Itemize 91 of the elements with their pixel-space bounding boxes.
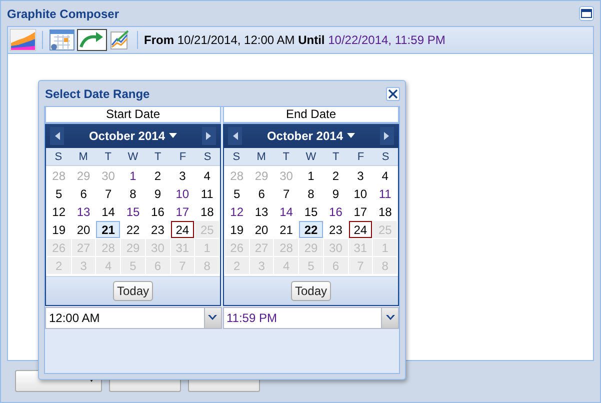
weekday-label: S bbox=[232, 150, 242, 162]
chevron-down-icon bbox=[386, 315, 394, 321]
curved-arrow-icon[interactable] bbox=[77, 29, 107, 51]
calendar-day[interactable]: 22 bbox=[121, 221, 145, 238]
calendar-day[interactable]: 6 bbox=[250, 185, 274, 202]
calendar-day[interactable]: 23 bbox=[146, 221, 170, 238]
calendar-day[interactable]: 20 bbox=[72, 221, 96, 238]
month-picker[interactable]: October 2014 bbox=[266, 128, 356, 142]
calendar-day[interactable]: 21 bbox=[274, 221, 298, 238]
edit-lines-icon[interactable] bbox=[109, 29, 131, 51]
calendar-day[interactable]: 16 bbox=[324, 203, 348, 220]
calendar-day[interactable]: 22 bbox=[299, 221, 323, 238]
close-button[interactable] bbox=[386, 86, 400, 100]
window-title: Graphite Composer bbox=[7, 6, 120, 20]
calendar-day[interactable]: 5 bbox=[225, 185, 249, 202]
weekday-label: M bbox=[256, 150, 267, 162]
calendar-icon[interactable] bbox=[49, 29, 75, 51]
caret-icon bbox=[169, 133, 178, 138]
weekday-label: F bbox=[356, 150, 366, 162]
area-chart-icon[interactable] bbox=[10, 29, 36, 51]
calendar-day[interactable]: 11 bbox=[195, 185, 219, 202]
calendar-day[interactable]: 7 bbox=[96, 185, 120, 202]
weekday-label: W bbox=[126, 150, 140, 162]
calendar-day[interactable]: 8 bbox=[299, 185, 323, 202]
calendar-day[interactable]: 2 bbox=[146, 167, 170, 184]
weekday-label: T bbox=[153, 150, 162, 162]
weekday-label: T bbox=[104, 150, 112, 162]
calendar-day[interactable]: 3 bbox=[348, 167, 372, 184]
weekday-label: W bbox=[304, 150, 318, 162]
calendar-day[interactable]: 12 bbox=[47, 203, 71, 220]
calendar-day[interactable]: 14 bbox=[274, 203, 298, 220]
today-button[interactable]: Today bbox=[290, 281, 332, 301]
time-dropdown[interactable]: 11:59 PM bbox=[222, 307, 399, 329]
calendar-day[interactable]: 24 bbox=[348, 221, 372, 238]
dialog-title: Select Date Range bbox=[45, 86, 150, 100]
weekday-label: M bbox=[78, 150, 89, 162]
caret-icon bbox=[347, 133, 356, 138]
month-picker[interactable]: October 2014 bbox=[88, 128, 178, 142]
time-dropdown[interactable]: 12:00 AM bbox=[45, 307, 222, 329]
calendar-day[interactable]: 10 bbox=[170, 185, 194, 202]
calendar-day[interactable]: 4 bbox=[373, 167, 397, 184]
weekday-label: S bbox=[202, 150, 212, 162]
calendar-day[interactable]: 8 bbox=[121, 185, 145, 202]
next-month-button[interactable] bbox=[380, 126, 394, 144]
calendar-day[interactable]: 17 bbox=[170, 203, 194, 220]
calendar-day[interactable]: 13 bbox=[250, 203, 274, 220]
calendar-heading: End Date bbox=[224, 107, 398, 123]
calendar-day[interactable]: 4 bbox=[195, 167, 219, 184]
calendar-day[interactable]: 15 bbox=[121, 203, 145, 220]
calendar-day[interactable]: 7 bbox=[274, 185, 298, 202]
left-triangle-icon bbox=[232, 132, 238, 140]
calendar-day[interactable]: 23 bbox=[324, 221, 348, 238]
calendar-day[interactable]: 18 bbox=[195, 203, 219, 220]
calendar-day[interactable]: 20 bbox=[250, 221, 274, 238]
calendar-day[interactable]: 14 bbox=[96, 203, 120, 220]
calendar-day[interactable]: 9 bbox=[146, 185, 170, 202]
left-triangle-icon bbox=[54, 132, 60, 140]
calendar-day[interactable]: 3 bbox=[170, 167, 194, 184]
today-button[interactable]: Today bbox=[112, 281, 154, 301]
weekday-label: T bbox=[331, 150, 340, 162]
weekday-label: S bbox=[380, 150, 390, 162]
right-triangle-icon bbox=[384, 132, 390, 140]
previous-month-button[interactable] bbox=[50, 126, 64, 144]
calendar-day[interactable]: 17 bbox=[348, 203, 372, 220]
calendar-day[interactable]: 1 bbox=[121, 167, 145, 184]
right-triangle-icon bbox=[206, 132, 212, 140]
calendar-day[interactable]: 6 bbox=[72, 185, 96, 202]
calendar-day[interactable]: 12 bbox=[225, 203, 249, 220]
weekday-label: S bbox=[54, 150, 64, 162]
date-range-text: From 10/21/2014, 12:00 AM Until 10/22/2014, 11:59 PM bbox=[144, 33, 446, 47]
calendar-day[interactable]: 24 bbox=[170, 221, 194, 238]
calendar-heading: Start Date bbox=[46, 107, 220, 123]
previous-month-button[interactable] bbox=[228, 126, 242, 144]
calendar-day[interactable]: 11 bbox=[373, 185, 397, 202]
calendar-day[interactable]: 21 bbox=[96, 221, 120, 238]
next-month-button[interactable] bbox=[202, 126, 216, 144]
calendar-day[interactable]: 2 bbox=[324, 167, 348, 184]
weekday-label: T bbox=[282, 150, 290, 162]
weekday-label: F bbox=[178, 150, 188, 162]
calendar-day[interactable]: 16 bbox=[146, 203, 170, 220]
calendar-day[interactable]: 5 bbox=[47, 185, 71, 202]
calendar-day[interactable]: 18 bbox=[373, 203, 397, 220]
calendar-day[interactable]: 19 bbox=[225, 221, 249, 238]
calendar-day[interactable]: 19 bbox=[47, 221, 71, 238]
chevron-down-icon bbox=[208, 315, 217, 321]
calendar-day[interactable]: 15 bbox=[299, 203, 323, 220]
calendar-day[interactable]: 9 bbox=[324, 185, 348, 202]
calendar-day[interactable]: 13 bbox=[72, 203, 96, 220]
calendar-day[interactable]: 1 bbox=[299, 167, 323, 184]
maximize-button[interactable] bbox=[579, 6, 594, 21]
calendar-day[interactable]: 10 bbox=[348, 185, 372, 202]
